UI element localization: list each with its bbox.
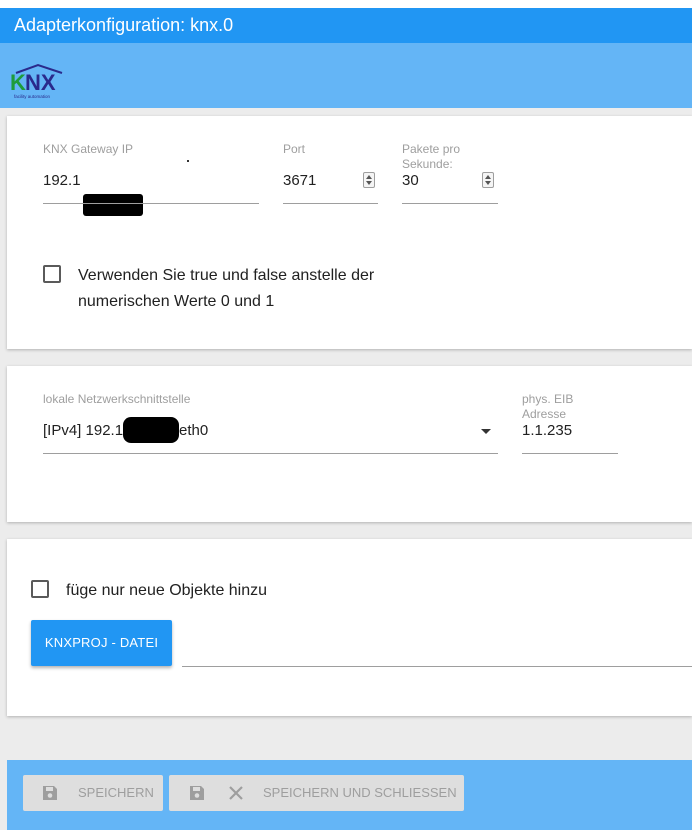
port-label: Port xyxy=(283,142,306,156)
import-card: füge nur neue Objekte hinzu KNXPROJ - DA… xyxy=(7,539,692,716)
port-underline xyxy=(283,203,378,204)
bool-values-label-line2: numerischen Werte 0 und 1 xyxy=(78,293,275,310)
stray-dot xyxy=(187,160,189,162)
network-settings-card: lokale Netzwerkschnittstelle [IPv4] 192.… xyxy=(7,366,692,522)
eib-address-label: phys. EIB Adresse xyxy=(522,392,574,421)
bool-values-label-line1: Verwenden Sie true und false anstelle de… xyxy=(78,267,375,284)
caret-down-icon[interactable] xyxy=(481,429,491,434)
gateway-settings-card: KNX Gateway IP 192.1 Port 3671 Pakete pr… xyxy=(7,116,692,349)
interface-select[interactable]: lokale Netzwerkschnittstelle [IPv4] 192.… xyxy=(43,392,498,454)
svg-text:NX: NX xyxy=(25,70,56,95)
gateway-ip-underline xyxy=(43,203,259,204)
save-button[interactable]: SPEICHERN xyxy=(23,775,163,811)
knxproj-file-button[interactable]: KNXPROJ - DATEI xyxy=(31,620,172,666)
eib-address-field[interactable]: phys. EIB Adresse 1.1.235 xyxy=(522,392,618,454)
interface-underline xyxy=(43,453,498,454)
file-name-underline xyxy=(182,666,692,667)
eib-address-input[interactable]: 1.1.235 xyxy=(522,422,572,440)
interface-label: lokale Netzwerkschnittstelle xyxy=(43,392,191,406)
only-new-objects-label: füge nur neue Objekte hinzu xyxy=(66,582,268,599)
interface-value-prefix: [IPv4] 192.1 xyxy=(43,422,124,439)
svg-text:K: K xyxy=(10,70,26,95)
gateway-ip-field[interactable]: KNX Gateway IP 192.1 xyxy=(43,142,259,216)
svg-text:facility automation: facility automation xyxy=(14,94,51,99)
save-label: SPEICHERN xyxy=(78,785,154,800)
only-new-objects-checkbox[interactable] xyxy=(31,580,49,598)
packets-field[interactable]: Pakete pro Sekunde: 30 xyxy=(402,142,498,204)
packets-input[interactable]: 30 xyxy=(402,172,419,190)
floppy-disk-icon xyxy=(43,786,57,800)
save-and-close-button[interactable]: SPEICHERN UND SCHLIESSEN xyxy=(169,775,464,811)
save-and-close-label: SPEICHERN UND SCHLIESSEN xyxy=(263,785,457,800)
packets-stepper[interactable] xyxy=(482,172,494,188)
gateway-ip-input[interactable]: 192.1 xyxy=(43,172,81,190)
action-bar: SPEICHERN SPEICHERN UND SCHLIESSEN xyxy=(7,760,692,830)
port-stepper[interactable] xyxy=(363,172,375,188)
redaction-mark xyxy=(83,194,143,216)
interface-value-suffix: eth0 xyxy=(179,422,209,439)
logo-band: K NX facility automation xyxy=(0,43,692,108)
window-title-bar: Adapterkonfiguration: knx.0 xyxy=(0,8,692,43)
port-input[interactable]: 3671 xyxy=(283,172,316,190)
redaction-mark xyxy=(123,417,179,443)
window-title: Adapterkonfiguration: knx.0 xyxy=(14,15,234,35)
close-x-icon xyxy=(229,786,243,800)
top-strip xyxy=(0,0,692,8)
bool-values-checkbox[interactable] xyxy=(43,265,61,283)
gateway-ip-label: KNX Gateway IP xyxy=(43,142,134,156)
floppy-disk-icon xyxy=(190,786,204,800)
knx-logo: K NX facility automation xyxy=(10,63,63,99)
packets-underline xyxy=(402,203,498,204)
eib-address-underline xyxy=(522,453,618,454)
port-field[interactable]: Port 3671 xyxy=(283,142,378,204)
packets-label: Pakete pro Sekunde: xyxy=(402,142,461,171)
